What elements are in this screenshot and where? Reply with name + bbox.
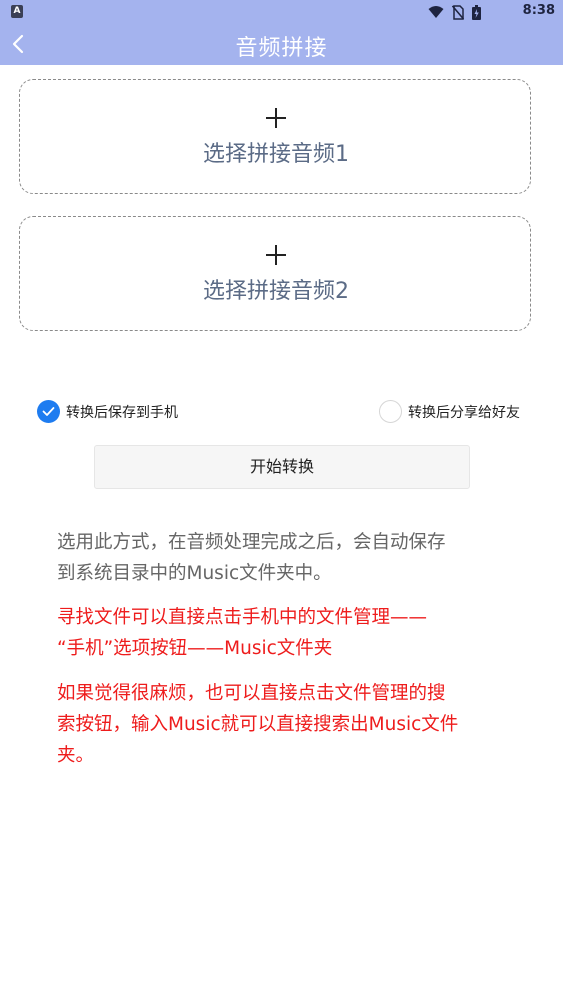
save-to-phone-label: 转换后保存到手机 xyxy=(66,404,178,421)
share-to-friend-label: 转换后分享给好友 xyxy=(408,404,520,421)
select-audio-1-button[interactable]: 选择拼接音频1 xyxy=(19,79,531,194)
status-bar: A 8:38 xyxy=(0,0,563,24)
page-title: 音频拼接 xyxy=(235,36,328,61)
info-red-line: 夹。 xyxy=(57,745,95,766)
info-gray-line: 到系统目录中的Music文件夹中。 xyxy=(57,563,332,584)
info-red-line: 索按钮，输入Music就可以直接搜索出Music文件 xyxy=(57,714,459,735)
wifi-icon xyxy=(428,6,444,18)
plus-icon xyxy=(266,108,286,128)
info-red-line: 如果觉得很麻烦，也可以直接点击文件管理的搜 xyxy=(57,683,446,704)
save-to-phone-radio[interactable] xyxy=(37,400,60,423)
share-to-friend-option[interactable]: 转换后分享给好友 xyxy=(379,399,520,424)
battery-charging-icon xyxy=(472,4,481,20)
info-gray-line: 选用此方式，在音频处理完成之后，会自动保存 xyxy=(57,532,446,553)
plus-icon xyxy=(266,245,286,265)
status-time: 8:38 xyxy=(522,3,555,18)
info-red-line: 寻找文件可以直接点击手机中的文件管理—— xyxy=(57,607,428,628)
info-gray-text: 选用此方式，在音频处理完成之后，会自动保存 到系统目录中的Music文件夹中。 xyxy=(57,527,517,589)
start-convert-button[interactable]: 开始转换 xyxy=(94,445,470,489)
no-sim-icon xyxy=(452,4,464,20)
status-icons xyxy=(428,4,481,20)
info-red-text-1: 寻找文件可以直接点击手机中的文件管理—— “手机”选项按钮——Music文件夹 xyxy=(57,602,517,664)
share-to-friend-radio[interactable] xyxy=(379,400,402,423)
select-audio-2-label: 选择拼接音频2 xyxy=(203,279,349,304)
checkmark-icon xyxy=(42,407,55,416)
notification-badge-icon: A xyxy=(11,5,23,18)
select-audio-1-label: 选择拼接音频1 xyxy=(203,142,349,167)
save-to-phone-option[interactable]: 转换后保存到手机 xyxy=(37,399,178,424)
info-red-line: “手机”选项按钮——Music文件夹 xyxy=(57,638,333,659)
select-audio-2-button[interactable]: 选择拼接音频2 xyxy=(19,216,531,331)
title-bar: 音频拼接 xyxy=(0,24,563,65)
info-red-text-2: 如果觉得很麻烦，也可以直接点击文件管理的搜 索按钮，输入Music就可以直接搜索… xyxy=(57,678,517,771)
